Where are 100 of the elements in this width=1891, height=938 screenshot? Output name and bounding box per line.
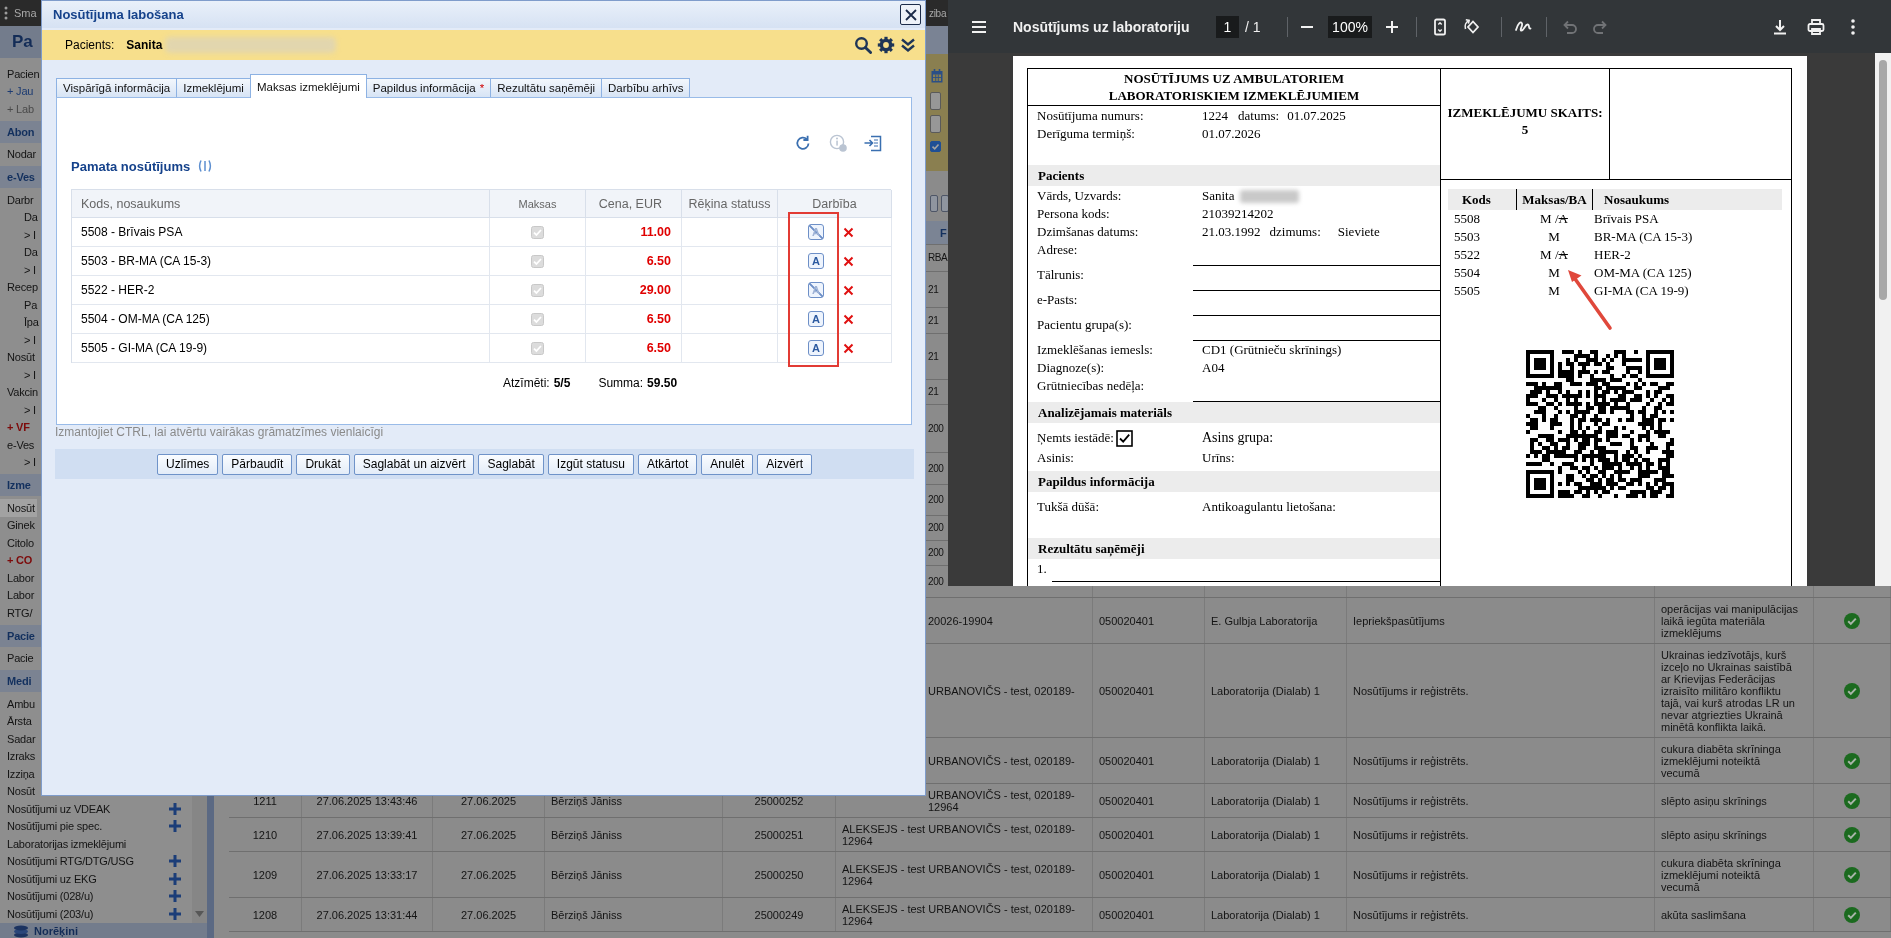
table-cell: 050020401 xyxy=(1099,828,1155,841)
sidebar-item[interactable]: Izraks xyxy=(0,747,36,765)
plus-icon[interactable] xyxy=(169,872,181,885)
sidebar-item[interactable]: Labor xyxy=(0,586,35,604)
sidebar-item[interactable]: Nosūt xyxy=(0,782,35,800)
sidebar-item[interactable]: > I xyxy=(0,261,36,279)
sidebar-header[interactable]: Abon xyxy=(0,120,41,143)
close-button[interactable] xyxy=(900,4,921,25)
sidebar-item[interactable]: e-Ves xyxy=(0,436,35,454)
table-cell: Nosūtījums ir reģistrēts. xyxy=(1353,868,1469,881)
sidebar-item[interactable]: + VF xyxy=(0,418,30,436)
table-cell: Bērziņš Jāniss xyxy=(551,828,622,841)
sidebar-item[interactable]: Ginek xyxy=(0,516,35,534)
field-label: Grūtniecības nedēļa: xyxy=(1037,377,1145,395)
tab[interactable]: Rezultātu saņēmēji xyxy=(490,78,602,97)
zoom-field[interactable]: 100% xyxy=(1328,15,1372,38)
action-button[interactable]: Saglabāt un aizvērt xyxy=(353,453,475,475)
summary-value: 5/5 xyxy=(553,376,571,390)
section-title: Pamata nosūtījums xyxy=(71,158,191,174)
input-field[interactable] xyxy=(930,92,941,110)
sidebar-title: Pa xyxy=(0,26,41,58)
sidebar-item[interactable]: Citolo xyxy=(0,534,34,552)
sidebar-item[interactable]: Nosūt xyxy=(0,348,35,366)
action-button[interactable]: Izgūt statusu xyxy=(547,453,634,475)
sidebar-header[interactable]: Pacie xyxy=(0,624,41,647)
sidebar-header[interactable]: e-Ves xyxy=(0,166,41,188)
delete-icon[interactable] xyxy=(843,226,854,238)
sidebar-item[interactable]: Da xyxy=(0,208,38,226)
page-number-field[interactable]: 1 xyxy=(1216,15,1239,38)
settings-icon[interactable] xyxy=(877,36,895,54)
sidebar-item[interactable]: Ārsta xyxy=(0,712,32,730)
sidebar-item[interactable]: Vakcin xyxy=(0,383,38,401)
dots-icon[interactable] xyxy=(4,6,8,20)
table-cell-text: operācijas vai manipulācijas laikā iegūta materiāla izmeklējums xyxy=(1661,602,1799,639)
sidebar-item[interactable]: Īpa xyxy=(0,313,39,331)
table-cell: 27.06.2025 xyxy=(460,908,517,921)
tab[interactable]: Papildus informācija * xyxy=(365,78,492,97)
sidebar-item[interactable]: Ambu xyxy=(0,695,35,713)
sidebar-item[interactable]: Nosūtījumi uz VDEAK xyxy=(0,800,192,818)
sidebar-header[interactable]: Norēķini xyxy=(0,923,207,938)
delete-icon[interactable] xyxy=(843,313,854,325)
plus-icon[interactable] xyxy=(169,855,181,868)
sidebar-item[interactable]: > I xyxy=(0,401,36,419)
delete-icon[interactable] xyxy=(843,342,854,354)
sidebar-header[interactable]: Izme xyxy=(0,474,41,496)
table-cell: Laboratorija (Dialab) 1 xyxy=(1211,868,1320,881)
action-button[interactable]: Drukāt xyxy=(296,453,350,475)
sidebar-item[interactable]: RTG/ xyxy=(0,604,33,622)
sidebar-item[interactable]: Nosūtījumi RTG/DTG/USG xyxy=(0,852,192,870)
table-cell: 27.06.2025 13:43:46 xyxy=(316,794,418,807)
refresh-icon[interactable] xyxy=(794,134,812,152)
checkbox[interactable] xyxy=(930,141,941,152)
sidebar-item[interactable]: > I xyxy=(0,453,36,471)
double-chevron-icon[interactable] xyxy=(900,37,916,53)
print-icon[interactable] xyxy=(1806,16,1826,37)
action-button[interactable]: Pārbaudīt xyxy=(222,453,293,475)
sidebar-item[interactable]: Laboratorijas izmeklējumi xyxy=(0,835,127,853)
document-arrow-icon[interactable] xyxy=(864,134,882,152)
plus-icon[interactable] xyxy=(169,907,181,920)
tab[interactable]: Izmeklējumi xyxy=(176,78,251,97)
delete-icon[interactable] xyxy=(843,284,854,296)
tab[interactable]: Vispārīgā informācija xyxy=(56,78,178,97)
sidebar-item[interactable]: Nodar xyxy=(0,145,36,163)
sidebar-item[interactable]: Nosūtījumi uz EKG xyxy=(0,870,192,888)
sidebar-item[interactable]: > I xyxy=(0,331,36,349)
sidebar-item[interactable]: > I xyxy=(0,366,36,384)
tab[interactable]: Maksas izmeklējumi xyxy=(249,74,367,98)
bracket-icon[interactable] xyxy=(197,159,214,173)
field-label: Asinis: xyxy=(1037,449,1074,466)
sidebar-item[interactable]: + CO xyxy=(0,551,33,569)
sidebar-item[interactable]: Nosūtījumi (028/u) xyxy=(0,887,192,905)
plus-icon[interactable] xyxy=(169,820,181,833)
sidebar-item[interactable]: > I xyxy=(0,226,36,244)
sidebar-header[interactable]: Medi xyxy=(0,670,41,692)
sidebar-item[interactable]: + Jau xyxy=(0,82,34,100)
action-button[interactable]: Aizvērt xyxy=(757,453,812,475)
plus-icon[interactable] xyxy=(169,802,181,815)
plus-icon[interactable] xyxy=(169,890,181,903)
sidebar-item[interactable]: Labor xyxy=(0,569,35,587)
sidebar-item[interactable]: Nosūtījumi (203/u) xyxy=(0,905,192,923)
sidebar-item[interactable]: Nosūt xyxy=(0,499,37,517)
search-icon[interactable] xyxy=(854,36,872,54)
delete-icon[interactable] xyxy=(843,255,854,267)
sidebar-item[interactable]: Pacien xyxy=(0,65,40,83)
sidebar-item[interactable]: Recep xyxy=(0,278,38,296)
sidebar-item[interactable]: Da xyxy=(0,243,38,261)
action-button[interactable]: Saglabāt xyxy=(478,453,544,475)
tab[interactable]: Darbību arhīvs xyxy=(601,78,691,97)
input-field[interactable] xyxy=(930,115,941,133)
button[interactable] xyxy=(930,195,938,212)
table-cell: 1211 xyxy=(253,794,277,807)
sidebar-item[interactable]: Nosūtījumi pie spec. xyxy=(0,817,192,835)
action-button[interactable]: Atkārtot xyxy=(637,453,698,475)
action-button[interactable]: Anulēt xyxy=(701,453,754,475)
sidebar-item[interactable]: Izziņa xyxy=(0,765,35,783)
sidebar-item[interactable]: Darbr xyxy=(0,191,34,209)
action-button[interactable]: Uzlīmes xyxy=(157,453,219,475)
sidebar-item[interactable]: Pacie xyxy=(0,649,34,667)
sidebar-item[interactable]: Sadar xyxy=(0,730,36,748)
sidebar-item[interactable]: Pa xyxy=(0,296,38,314)
